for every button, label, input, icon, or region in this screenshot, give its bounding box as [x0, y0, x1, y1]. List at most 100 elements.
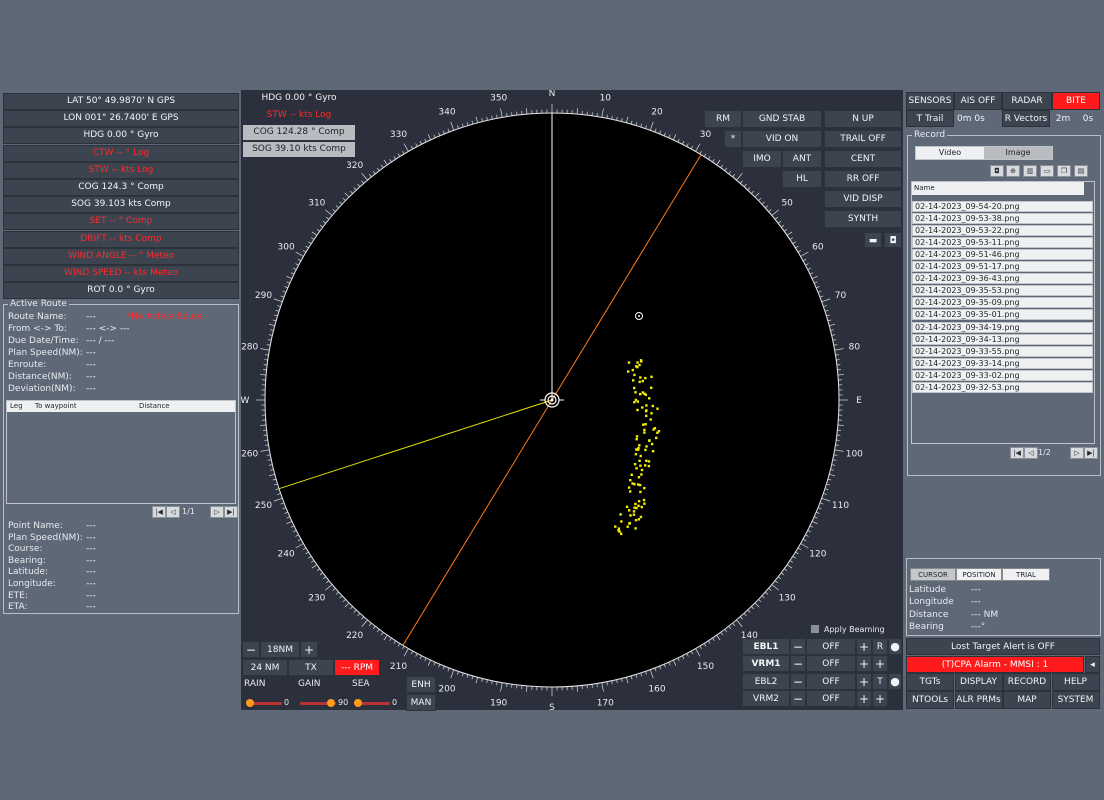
sensors-button[interactable]: SENSORS [906, 92, 954, 110]
file-row[interactable]: 02-14-2023_09-51-17.png [912, 261, 1093, 273]
menu-button-alrprms[interactable]: ALR PRMs [954, 691, 1003, 709]
delete-icon[interactable]: ▥ [1023, 165, 1037, 177]
ebl-vrm-mode-button[interactable]: + [872, 689, 888, 707]
imo-button[interactable]: IMO [742, 150, 782, 168]
ant-button[interactable]: ANT [782, 150, 822, 168]
file-row[interactable]: 02-14-2023_09-34-13.png [912, 333, 1093, 345]
hl-button[interactable]: HL [782, 170, 822, 188]
file-row[interactable]: 02-14-2023_09-54-20.png [912, 201, 1093, 212]
tab-position[interactable]: POSITION [956, 568, 1002, 581]
vid-disp-button[interactable]: VID DISP [824, 190, 902, 208]
ebl-vrm-name[interactable]: EBL2 [742, 672, 790, 690]
menu-button-record[interactable]: RECORD [1003, 673, 1051, 691]
mute-icon[interactable]: ◂ [1085, 656, 1100, 673]
r-vectors-button[interactable]: R Vectors [1002, 110, 1050, 127]
menu-button-display[interactable]: DISPLAY [954, 673, 1003, 691]
bite-button[interactable]: BITE [1052, 92, 1100, 110]
range-minus-button[interactable]: − [242, 641, 260, 658]
file-row[interactable]: 02-14-2023_09-33-14.png [912, 357, 1093, 369]
record-first-page-button[interactable]: |◀ [1010, 447, 1024, 459]
rr-off-button[interactable]: RR OFF [824, 170, 902, 188]
file-row[interactable]: 02-14-2023_09-53-38.png [912, 213, 1093, 225]
ebl-vrm-dot-icon[interactable]: ● [888, 672, 902, 690]
t-trail-button[interactable]: T Trail [906, 110, 954, 127]
cent-button[interactable]: CENT [824, 150, 902, 168]
ebl-vrm-plus-button[interactable]: + [856, 638, 872, 655]
ebl-vrm-dot-icon[interactable]: ● [888, 638, 902, 655]
capture-icon[interactable]: ◘ [990, 165, 1004, 177]
gain-slider-knob[interactable] [327, 699, 335, 707]
ebl-vrm-minus-button[interactable]: − [790, 689, 806, 707]
target-icon[interactable]: ⊕ [1006, 165, 1020, 177]
file-row[interactable]: 02-14-2023_09-35-01.png [912, 309, 1093, 321]
rm-button[interactable]: RM [704, 110, 742, 128]
ebl-vrm-mode-button[interactable]: R [872, 638, 888, 655]
file-row[interactable]: 02-14-2023_09-32-53.png [912, 381, 1093, 393]
record-prev-page-button[interactable]: ◁ [1024, 447, 1038, 459]
ebl-vrm-minus-button[interactable]: − [790, 655, 806, 673]
menu-button-ntools[interactable]: NTOOLs [906, 691, 954, 709]
vid-on-button[interactable]: VID ON [742, 130, 822, 148]
man-button[interactable]: MAN [406, 694, 436, 711]
menu-button-help[interactable]: HELP [1051, 673, 1100, 691]
route-last-page-button[interactable]: ▶| [224, 506, 238, 518]
ebl-vrm-name[interactable]: VRM2 [742, 689, 790, 707]
route-first-page-button[interactable]: |◀ [152, 506, 166, 518]
ais-off-button[interactable]: AIS OFF [954, 92, 1002, 110]
duplicate-icon[interactable]: ❐ [1057, 165, 1071, 177]
export-icon[interactable]: ▤ [1074, 165, 1088, 177]
ebl-vrm-mode-button[interactable]: + [872, 655, 888, 673]
compass-tick [837, 424, 844, 426]
tx-button[interactable]: TX [288, 659, 334, 676]
menu-button-system[interactable]: SYSTEM [1051, 691, 1100, 709]
route-prev-page-button[interactable]: ◁ [166, 506, 180, 518]
ebl-vrm-name[interactable]: EBL1 [742, 638, 790, 655]
compass-tick [708, 156, 711, 160]
save-icon[interactable]: ▬ [864, 232, 882, 248]
record-next-page-button[interactable]: ▷ [1070, 447, 1084, 459]
tab-video[interactable]: Video [916, 147, 984, 159]
radar-button[interactable]: RADAR [1002, 92, 1052, 110]
file-row[interactable]: 02-14-2023_09-33-02.png [912, 369, 1093, 381]
file-row[interactable]: 02-14-2023_09-35-53.png [912, 285, 1093, 297]
n-up-button[interactable]: N UP [824, 110, 902, 128]
cpa-alarm[interactable]: (T)CPA Alarm - MMSI : 1 [906, 656, 1084, 673]
compass-tick [295, 263, 299, 266]
trail-off-button[interactable]: TRAIL OFF [824, 130, 902, 148]
route-next-page-button[interactable]: ▷ [210, 506, 224, 518]
range-plus-button[interactable]: + [300, 641, 318, 658]
ebl-vrm-mode-button[interactable]: T [872, 672, 888, 690]
synth-button[interactable]: SYNTH [824, 210, 902, 228]
compass-tick [353, 187, 357, 191]
menu-button-tgts[interactable]: TGTs [906, 673, 954, 691]
radar-echo [638, 483, 642, 487]
file-row[interactable]: 02-14-2023_09-51-46.png [912, 249, 1093, 261]
ebl-vrm-plus-button[interactable]: + [856, 672, 872, 690]
tab-image[interactable]: Image [984, 147, 1052, 159]
ebl-vrm-name[interactable]: VRM1 [742, 655, 790, 673]
ebl-vrm-plus-button[interactable]: + [856, 655, 872, 673]
file-row[interactable]: 02-14-2023_09-53-11.png [912, 237, 1093, 249]
record-last-page-button[interactable]: ▶| [1084, 447, 1098, 459]
rain-slider-knob[interactable] [246, 699, 254, 707]
file-row[interactable]: 02-14-2023_09-33-55.png [912, 345, 1093, 357]
star-button[interactable]: * [724, 130, 742, 148]
file-row[interactable]: 02-14-2023_09-53-22.png [912, 225, 1093, 237]
file-row[interactable]: 02-14-2023_09-34-19.png [912, 321, 1093, 333]
sea-slider-knob[interactable] [354, 699, 362, 707]
ebl-vrm-minus-button[interactable]: − [790, 638, 806, 655]
tab-trial[interactable]: TRIAL [1002, 568, 1050, 581]
menu-button-map[interactable]: MAP [1003, 691, 1051, 709]
legs-table[interactable]: Leg To waypoint Distance [6, 400, 236, 504]
file-row[interactable]: 02-14-2023_09-36-43.png [912, 273, 1093, 285]
ebl-vrm-minus-button[interactable]: − [790, 672, 806, 690]
apply-beaming-checkbox[interactable] [810, 624, 820, 634]
compass-tick [789, 560, 794, 563]
enh-button[interactable]: ENH [406, 676, 436, 693]
camera-icon[interactable]: ◘ [884, 232, 902, 248]
gnd-stab-button[interactable]: GND STAB [742, 110, 822, 128]
ebl-vrm-plus-button[interactable]: + [856, 689, 872, 707]
file-row[interactable]: 02-14-2023_09-35-09.png [912, 297, 1093, 309]
tab-cursor[interactable]: CURSOR [910, 568, 956, 581]
copy-icon[interactable]: ▭ [1040, 165, 1054, 177]
